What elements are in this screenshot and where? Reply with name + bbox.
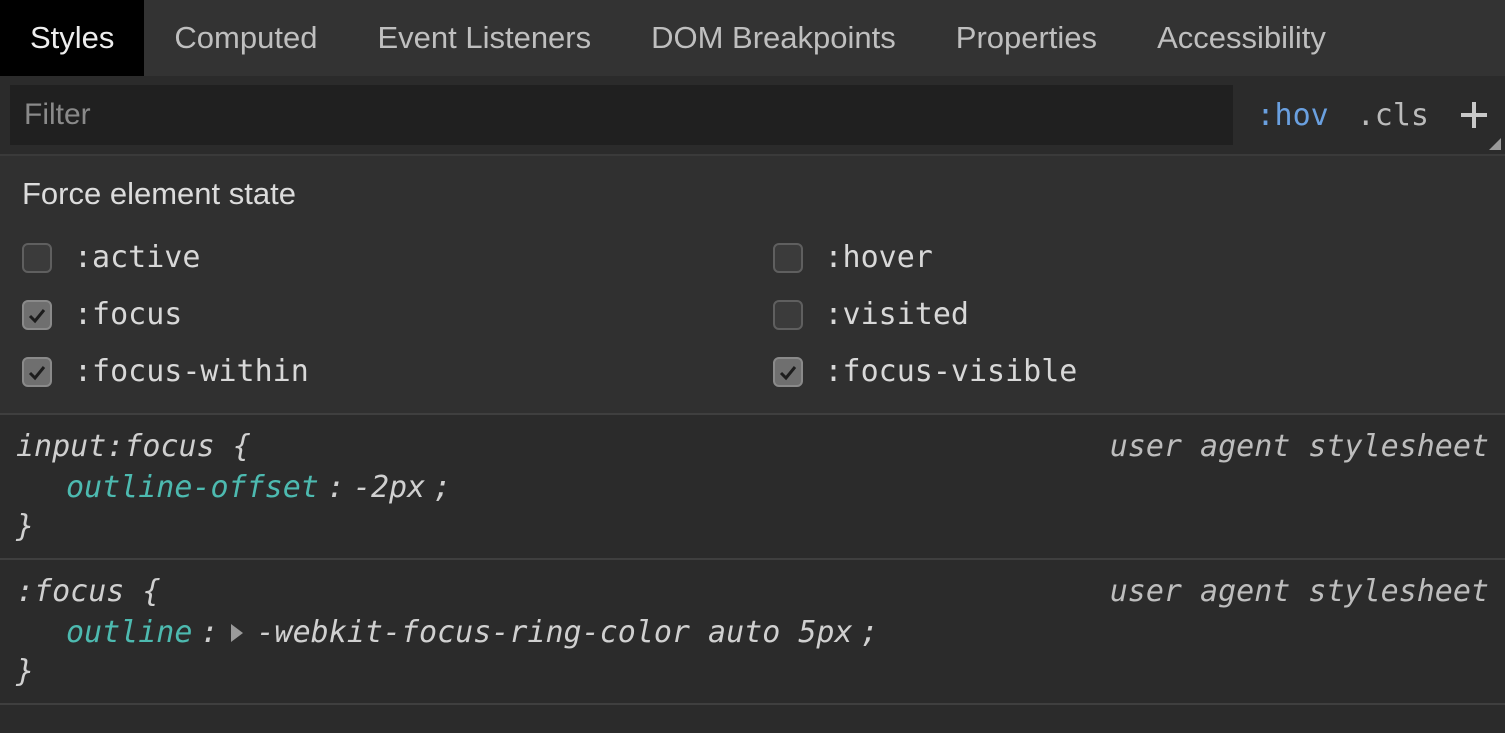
close-brace: } (16, 509, 1489, 544)
open-brace: { (233, 429, 251, 464)
new-style-rule-button[interactable] (1453, 94, 1495, 136)
expand-triangle-icon[interactable] (231, 624, 243, 642)
css-declaration[interactable]: outline: -webkit-focus-ring-color auto 5… (16, 615, 1489, 650)
css-rule[interactable]: input:focus { user agent stylesheet outl… (0, 415, 1505, 560)
css-selector: input:focus (16, 429, 215, 464)
state-toggle-focus-visible[interactable]: :focus-visible (773, 354, 1484, 389)
state-toggle-visited[interactable]: :visited (773, 297, 1484, 332)
css-property: outline-offset (66, 470, 319, 505)
checkbox-icon (773, 300, 803, 330)
close-brace: } (16, 654, 1489, 689)
state-grid: :active :hover :focus :visited :focus-wi… (22, 240, 1483, 389)
css-declaration[interactable]: outline-offset: -2px; (16, 470, 1489, 505)
css-value: -webkit-focus-ring-color auto 5px (257, 615, 853, 650)
plus-icon (1459, 100, 1489, 130)
state-label: :visited (825, 297, 970, 332)
checkbox-checked-icon (22, 357, 52, 387)
state-label: :focus-within (74, 354, 309, 389)
styles-toolbar: :hov .cls (0, 76, 1505, 156)
checkbox-icon (773, 243, 803, 273)
force-element-state-title: Force element state (22, 176, 1483, 212)
tab-properties[interactable]: Properties (926, 0, 1127, 76)
state-toggle-active[interactable]: :active (22, 240, 733, 275)
tab-bar: Styles Computed Event Listeners DOM Brea… (0, 0, 1505, 76)
checkbox-checked-icon (22, 300, 52, 330)
state-toggle-focus[interactable]: :focus (22, 297, 733, 332)
state-label: :focus-visible (825, 354, 1078, 389)
css-selector: :focus (16, 574, 124, 609)
checkbox-checked-icon (773, 357, 803, 387)
css-property: outline (66, 615, 192, 650)
state-label: :active (74, 240, 200, 275)
force-element-state-panel: Force element state :active :hover :focu… (0, 156, 1505, 415)
tab-event-listeners[interactable]: Event Listeners (347, 0, 621, 76)
tab-styles[interactable]: Styles (0, 0, 144, 76)
toggle-hov-button[interactable]: :hov (1253, 98, 1333, 133)
state-toggle-hover[interactable]: :hover (773, 240, 1484, 275)
stylesheet-source: user agent stylesheet (1110, 574, 1489, 609)
open-brace: { (142, 574, 160, 609)
css-value: -2px (353, 470, 425, 505)
tab-dom-breakpoints[interactable]: DOM Breakpoints (621, 0, 926, 76)
filter-input[interactable] (10, 85, 1233, 145)
state-label: :focus (74, 297, 182, 332)
dropdown-indicator-icon (1489, 138, 1501, 150)
stylesheet-source: user agent stylesheet (1110, 429, 1489, 464)
css-rule[interactable]: :focus { user agent stylesheet outline: … (0, 560, 1505, 705)
tab-accessibility[interactable]: Accessibility (1127, 0, 1356, 76)
tab-computed[interactable]: Computed (144, 0, 347, 76)
toggle-cls-button[interactable]: .cls (1353, 98, 1433, 133)
state-toggle-focus-within[interactable]: :focus-within (22, 354, 733, 389)
checkbox-icon (22, 243, 52, 273)
state-label: :hover (825, 240, 933, 275)
